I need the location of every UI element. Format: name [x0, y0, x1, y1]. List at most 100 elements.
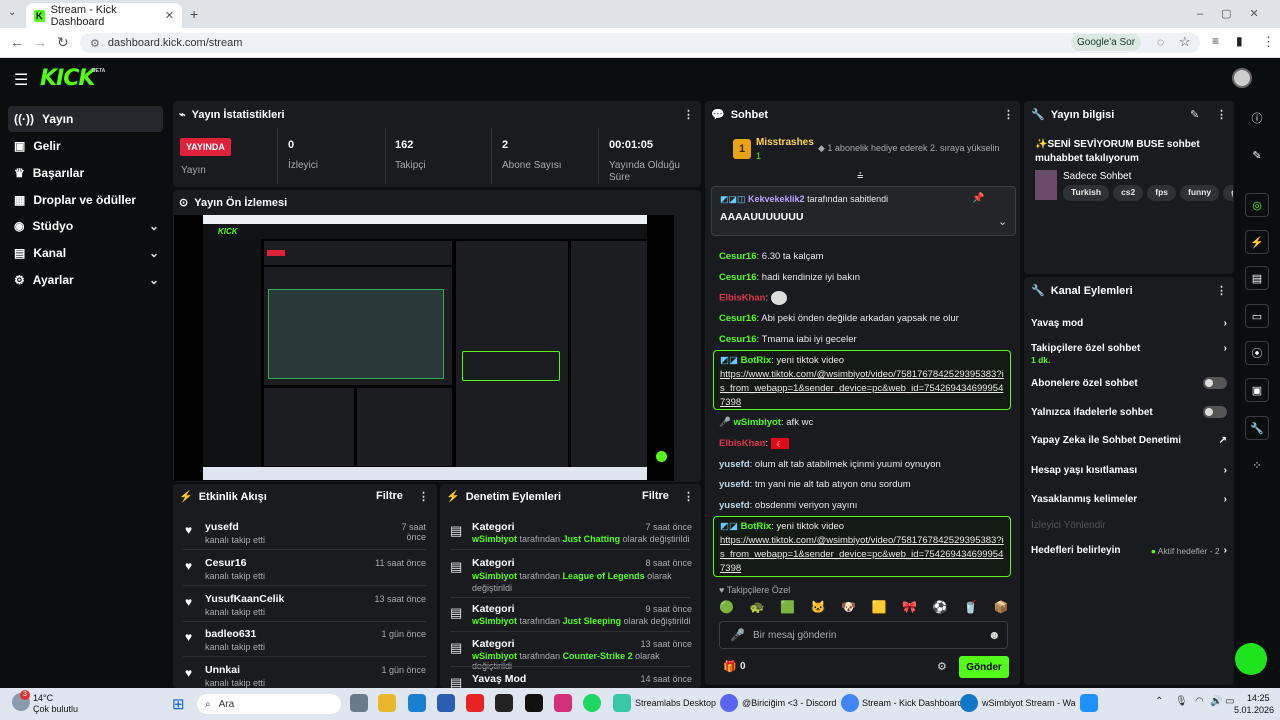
emote-icon[interactable]: 🐱 — [811, 600, 826, 616]
extension-icon[interactable]: ▮ — [1236, 34, 1243, 48]
forward-icon[interactable]: → — [33, 34, 47, 50]
action-account-age[interactable]: Hesap yaşı kısıtlaması › — [1031, 465, 1227, 476]
chat-user[interactable]: wSimbiyot — [733, 417, 781, 428]
taskbar-search[interactable]: ⌕ Ara — [197, 694, 341, 714]
chat-user[interactable]: ElbisKhan — [719, 293, 765, 304]
chat-user[interactable]: yusefd — [719, 479, 750, 490]
channel-actions-menu-icon[interactable]: ⋮ — [1216, 284, 1227, 297]
chevron-down-icon[interactable]: ⌄ — [998, 215, 1007, 228]
emoji-icon[interactable]: ☻ — [988, 628, 1001, 642]
sidebar-item-kanal[interactable]: ▤ Kanal ⌄ — [8, 240, 163, 266]
youtube-icon[interactable] — [466, 694, 484, 712]
chat-user[interactable]: Cesur16 — [719, 251, 757, 262]
emote-icon[interactable]: 🟨 — [872, 600, 887, 616]
user-avatar[interactable] — [1232, 68, 1252, 88]
broadcast-toggle-icon[interactable]: ⦿ — [1245, 341, 1269, 365]
app-icon[interactable] — [495, 694, 513, 712]
chat-user[interactable]: yusefd — [719, 459, 750, 470]
task-view-icon[interactable] — [350, 694, 368, 712]
emote-icon[interactable]: ⚽ — [933, 600, 948, 616]
tiktok-link[interactable]: https://www.tiktok.com/@wsimbiyot/video/… — [720, 535, 1004, 574]
emote-icon[interactable]: 🟩 — [780, 600, 795, 616]
store-icon[interactable] — [408, 694, 426, 712]
taskbar-app-edge[interactable]: wSimbiyot Stream - Wa — [982, 698, 1076, 708]
chat-user[interactable]: yusefd — [719, 500, 750, 511]
send-button[interactable]: Gönder — [959, 656, 1009, 678]
clock-time[interactable]: 14:25 — [1247, 693, 1270, 703]
sidebar-item-basarilar[interactable]: ♛ Başarılar — [8, 160, 163, 186]
lightning-icon[interactable]: ⚡ — [1245, 230, 1269, 254]
chat-settings-icon[interactable]: ⚙ — [937, 660, 947, 673]
media-icon[interactable]: ≡ — [1212, 34, 1219, 48]
site-info-icon[interactable]: ⚙ — [90, 37, 100, 50]
chat-user[interactable]: Cesur16 — [719, 272, 757, 283]
url-field[interactable]: ⚙ dashboard.kick.com/stream — [80, 33, 1200, 53]
chat-user[interactable]: Cesur16 — [719, 313, 757, 324]
pinned-message[interactable]: ◩◪◫ Kekvekeklik2 tarafından sabitlendi A… — [711, 186, 1016, 236]
tag[interactable]: cs2 — [1113, 185, 1144, 201]
chat-user[interactable]: BotRix — [741, 521, 772, 532]
moderation-menu-icon[interactable]: ⋮ — [683, 490, 694, 503]
taskbar-app-discord[interactable]: @Biriciğim <3 - Discord — [742, 698, 836, 708]
kick-logo[interactable]: KICK — [40, 66, 95, 91]
emote-icon[interactable]: 🐢 — [750, 600, 765, 616]
window-controls[interactable]: –▢✕ — [1197, 7, 1277, 20]
tab-list-icon[interactable]: ⌄ — [8, 7, 16, 18]
pencil-icon[interactable]: ✎ — [1245, 143, 1269, 167]
streamlabs-icon[interactable] — [613, 694, 631, 712]
subs-only-toggle[interactable] — [1203, 377, 1227, 389]
emote-icon[interactable]: 🥤 — [963, 600, 978, 616]
tiktok-link[interactable]: https://www.tiktok.com/@wsimbiyot/video/… — [720, 369, 1004, 408]
tag[interactable]: fps — [1147, 185, 1177, 201]
mic-icon[interactable]: 🎤 — [730, 628, 745, 642]
sidebar-item-droplar[interactable]: ▦ Droplar ve ödüller — [8, 187, 163, 213]
activity-user[interactable]: Unnkai — [205, 664, 240, 676]
mod-user[interactable]: wSimbiyot — [472, 616, 517, 626]
tiktok-icon[interactable] — [525, 694, 543, 712]
stream-preview-video[interactable]: KICK — [174, 215, 674, 481]
mod-user[interactable]: wSimbiyot — [472, 651, 517, 661]
mod-user[interactable]: wSimbiyot — [472, 534, 517, 544]
action-followers-only[interactable]: Takipçilere özel sohbet › — [1031, 343, 1227, 354]
windows-start-icon[interactable]: ⊞ — [172, 695, 185, 713]
taskbar-app-chrome[interactable]: Stream - Kick Dashboard — [862, 698, 963, 708]
instagram-icon[interactable] — [554, 694, 572, 712]
sidebar-item-ayarlar[interactable]: ⚙ Ayarlar ⌄ — [8, 267, 163, 293]
chat-menu-icon[interactable]: ⋮ — [1003, 108, 1014, 121]
emote-icon[interactable]: 🎀 — [902, 600, 917, 616]
chat-toggle-icon[interactable]: ▭ — [1245, 304, 1269, 328]
file-explorer-icon[interactable] — [378, 694, 396, 712]
edge-icon[interactable] — [960, 694, 978, 712]
sidebar-item-yayin[interactable]: ((·)) Yayın — [8, 106, 163, 132]
wifi-icon[interactable]: ◠ — [1195, 696, 1204, 707]
mic-tray-icon[interactable]: 🎙 — [1175, 696, 1188, 707]
wrench-toggle-icon[interactable]: 🔧 — [1245, 416, 1269, 440]
sidebar-item-gelir[interactable]: ▣ Gelir — [8, 133, 163, 159]
tag[interactable]: gam — [1223, 185, 1233, 201]
pinned-user[interactable]: Kekvekeklik2 — [748, 194, 805, 204]
document-icon[interactable]: ▤ — [1245, 266, 1269, 290]
action-banned-words[interactable]: Yasaklanmış kelimeler › — [1031, 494, 1227, 505]
moderation-toggle-icon[interactable]: ▣ — [1245, 378, 1269, 402]
action-ai-moderation[interactable]: Yapay Zeka ile Sohbet Denetimi ↗ — [1031, 435, 1227, 446]
emote-icon[interactable]: 🟢 — [719, 600, 734, 616]
activity-user[interactable]: YusufKaanCelik — [205, 593, 284, 605]
tray-chevron-icon[interactable]: ⌃ — [1155, 696, 1163, 707]
back-icon[interactable]: ← — [10, 34, 24, 50]
collapse-icon[interactable]: ⩮ — [857, 170, 863, 183]
eye-off-icon[interactable]: ◌ — [1157, 35, 1164, 49]
activity-filter-button[interactable]: Filtre — [376, 490, 403, 502]
activity-user[interactable]: yusefd — [205, 521, 239, 533]
emote-icon[interactable]: 🐶 — [841, 600, 856, 616]
chat-user[interactable]: Cesur16 — [719, 334, 757, 345]
stream-info-menu-icon[interactable]: ⋮ — [1216, 108, 1227, 121]
bookmark-star-icon[interactable]: ☆ — [1179, 34, 1191, 50]
category-name[interactable]: Sadece Sohbet — [1063, 171, 1131, 182]
preview-toggle-icon[interactable]: ◎ — [1245, 193, 1269, 217]
pin-icon[interactable]: 📌 — [972, 193, 984, 204]
more-widgets-icon[interactable]: ⁘ — [1245, 453, 1269, 477]
taskbar-app-streamlabs[interactable]: Streamlabs Desktop — [635, 698, 716, 708]
mail-icon[interactable] — [437, 694, 455, 712]
action-slow-mode[interactable]: Yavaş mod › — [1031, 318, 1227, 329]
edit-icon[interactable]: ✎ — [1190, 108, 1199, 121]
